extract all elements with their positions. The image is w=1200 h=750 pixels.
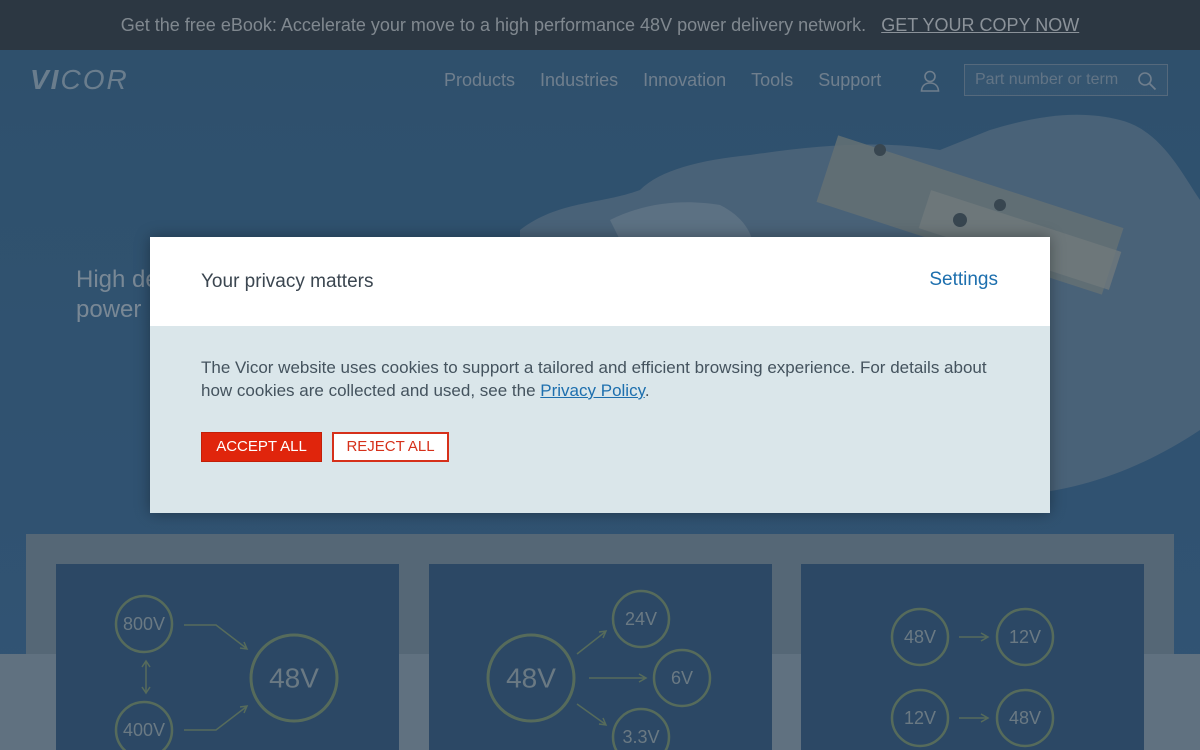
dialog-title: Your privacy matters bbox=[201, 271, 374, 292]
dialog-message: The Vicor website uses cookies to suppor… bbox=[201, 356, 1001, 402]
dialog-message-end: . bbox=[644, 381, 650, 400]
settings-link[interactable]: Settings bbox=[929, 269, 998, 291]
dialog-body: The Vicor website uses cookies to suppor… bbox=[150, 326, 1050, 513]
cookie-consent-dialog: Your privacy matters Settings The Vicor … bbox=[150, 237, 1050, 513]
accept-all-button[interactable]: ACCEPT ALL bbox=[201, 432, 322, 462]
reject-all-button[interactable]: REJECT ALL bbox=[332, 432, 449, 462]
privacy-policy-link[interactable]: Privacy Policy bbox=[540, 381, 645, 400]
dialog-header: Your privacy matters Settings bbox=[150, 237, 1050, 326]
